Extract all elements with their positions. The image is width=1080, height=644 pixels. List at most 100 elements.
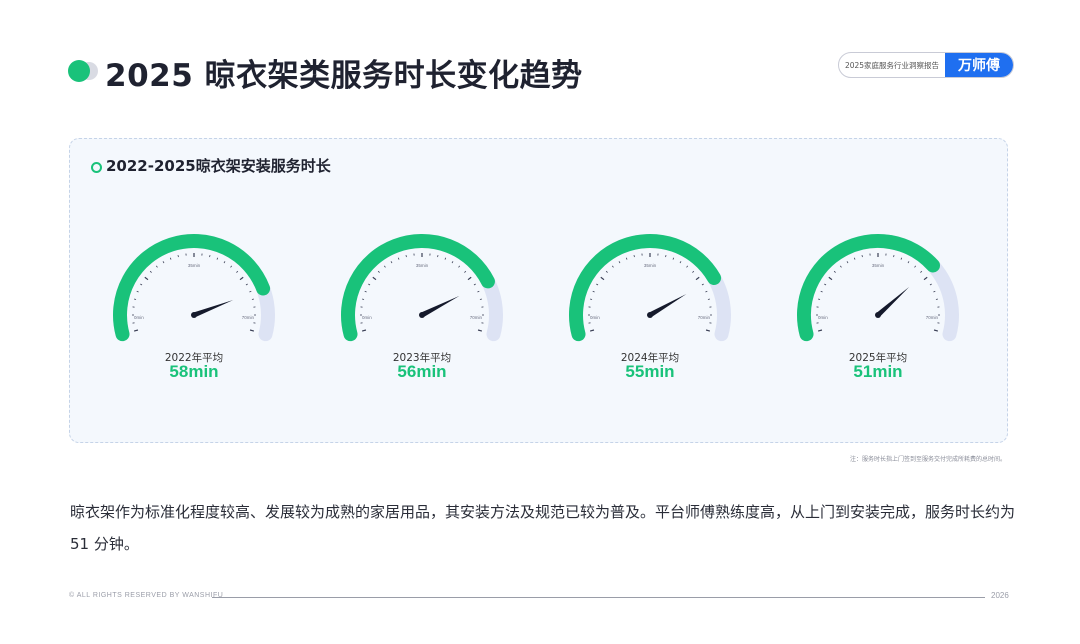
panel-title-dot-icon bbox=[91, 162, 102, 173]
gauge-tick bbox=[692, 270, 695, 273]
gauge-tick bbox=[477, 329, 483, 332]
gauge-tick bbox=[846, 261, 849, 264]
gauge-tick bbox=[933, 329, 939, 332]
chart-panel: 2022-2025晾衣架安装服务时长 0min 35min 70min 2022年平… bbox=[69, 138, 1008, 443]
gauge-tick bbox=[853, 257, 856, 260]
gauge-tick bbox=[397, 257, 400, 260]
gauge-tick bbox=[923, 276, 928, 281]
gauge-tick bbox=[177, 255, 179, 258]
gauge-tick bbox=[817, 329, 823, 332]
gauge-tick bbox=[605, 270, 608, 273]
gauge-svg: 0min 35min 70min bbox=[569, 234, 731, 342]
gauge-svg: 0min 35min 70min bbox=[341, 234, 503, 342]
gauge-tick bbox=[686, 265, 689, 268]
gauge-tick bbox=[249, 329, 255, 332]
gauge-scale-label: 70min bbox=[470, 315, 483, 320]
gauge-tick bbox=[437, 255, 439, 258]
title-decoration-icon bbox=[68, 60, 102, 82]
gauge-tick bbox=[458, 265, 461, 268]
gauge-tick bbox=[820, 290, 823, 293]
gauge-tick bbox=[223, 261, 226, 264]
gauge-tick bbox=[705, 290, 708, 293]
gauge-tick bbox=[216, 257, 219, 260]
gauge-tick bbox=[383, 265, 386, 268]
gauge-tick bbox=[140, 283, 143, 286]
gauge-tick bbox=[929, 283, 932, 286]
gauge-tick bbox=[236, 270, 239, 273]
gauge-2025: 0min 35min 70min 2025年平均 51min bbox=[788, 234, 968, 399]
gauge-tick bbox=[633, 255, 635, 258]
copyright: © ALL RIGHTS RESERVED BY WANSHIFU bbox=[69, 592, 224, 599]
gauge-tick bbox=[665, 255, 667, 258]
gauge-scale-label: 70min bbox=[926, 315, 939, 320]
gauge-value-label: 56min bbox=[397, 362, 447, 381]
brand-badge: 2025家庭服务行业洞察报告 万师傅 bbox=[838, 52, 1014, 78]
gauge-tick bbox=[245, 283, 248, 286]
gauge-scale-label: 35min bbox=[644, 263, 657, 268]
gauge-tick bbox=[914, 265, 917, 268]
gauge-tick bbox=[473, 283, 476, 286]
gauge-tick bbox=[833, 270, 836, 273]
gauge-tick bbox=[611, 265, 614, 268]
gauge-tick bbox=[900, 257, 903, 260]
gauge-2022: 0min 35min 70min 2022年平均 58min bbox=[104, 234, 284, 399]
gauge-scale-label: 35min bbox=[872, 263, 885, 268]
gauge-tick bbox=[695, 276, 700, 281]
gauge-tick bbox=[361, 329, 367, 332]
gauge-tick bbox=[249, 290, 252, 293]
gauge-tick bbox=[828, 276, 833, 281]
gauge-tick bbox=[377, 270, 380, 273]
gauge-tick bbox=[149, 270, 152, 273]
gauge-fill bbox=[341, 234, 495, 342]
gauge-tick bbox=[701, 283, 704, 286]
gauge-tick bbox=[144, 276, 149, 281]
gauge-tick bbox=[479, 298, 482, 300]
gauge-tick bbox=[618, 261, 621, 264]
gauge-tick bbox=[464, 270, 467, 273]
gauge-scale-label: 0min bbox=[134, 315, 144, 320]
gauge-svg: 0min 35min 70min bbox=[113, 234, 275, 342]
gauge-tick bbox=[134, 298, 137, 300]
gauge-needle bbox=[420, 295, 460, 318]
gauge-tick bbox=[251, 298, 254, 300]
gauge-scale-label: 35min bbox=[188, 263, 201, 268]
footer-divider bbox=[212, 597, 985, 598]
brand-report-label: 2025家庭服务行业洞察报告 bbox=[844, 60, 940, 70]
gauge-scale-label: 0min bbox=[818, 315, 828, 320]
footnote: 注：服务时长指上门签到至服务交付完成所耗费的总时间。 bbox=[849, 456, 1006, 463]
gauge-tick bbox=[672, 257, 675, 260]
gauge-tick bbox=[592, 290, 595, 293]
page-title: 2025 晾衣架类服务时长变化趋势 bbox=[105, 58, 583, 94]
gauge-tick bbox=[451, 261, 454, 264]
gauge-tick bbox=[818, 298, 821, 300]
gauge-2023: 0min 35min 70min 2023年平均 56min bbox=[332, 234, 512, 399]
gauge-tick bbox=[824, 283, 827, 286]
gauge-tick bbox=[589, 329, 595, 332]
footer-year: 2026 bbox=[991, 591, 1009, 600]
gauge-tick bbox=[364, 290, 367, 293]
gauge-scale-label: 0min bbox=[590, 315, 600, 320]
gauge-tick bbox=[467, 276, 472, 281]
gauge-tick bbox=[596, 283, 599, 286]
gauge-tick bbox=[679, 261, 682, 264]
gauge-tick bbox=[839, 265, 842, 268]
body-paragraph: 晾衣架作为标准化程度较高、发展较为成熟的家居用品，其安装方法及规范已较为普及。平… bbox=[70, 503, 1016, 553]
gauge-tick bbox=[362, 298, 365, 300]
gauge-tick bbox=[444, 257, 447, 260]
gauge-tick bbox=[155, 265, 158, 268]
gauge-tick bbox=[133, 329, 139, 332]
gauge-tick bbox=[169, 257, 172, 260]
gauge-needle-hub bbox=[419, 312, 425, 318]
gauge-tick bbox=[239, 276, 244, 281]
gauge-tick bbox=[590, 298, 593, 300]
gauge-fill bbox=[569, 234, 722, 342]
gauge-value-label: 58min bbox=[169, 362, 219, 381]
gauge-scale-label: 70min bbox=[698, 315, 711, 320]
gauge-scale-label: 70min bbox=[242, 315, 255, 320]
gauge-tick bbox=[405, 255, 407, 258]
gauge-scale-label: 35min bbox=[416, 263, 429, 268]
gauge-tick bbox=[162, 261, 165, 264]
gauge-tick bbox=[209, 255, 211, 258]
gauge-tick bbox=[390, 261, 393, 264]
gauge-svg: 0min 35min 70min bbox=[797, 234, 959, 342]
